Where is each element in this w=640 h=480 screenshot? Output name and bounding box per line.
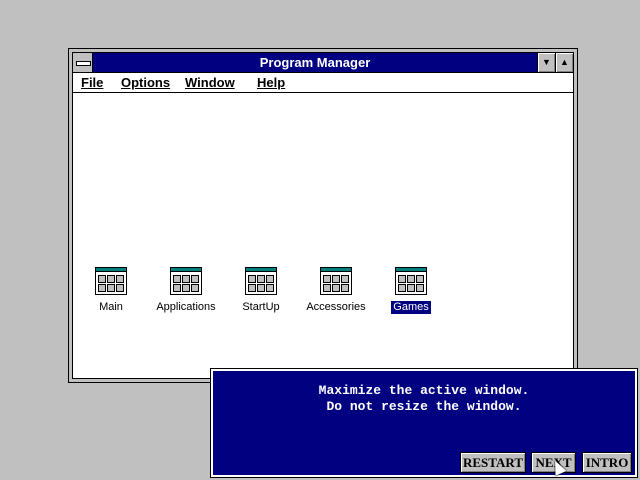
intro-button[interactable]: INTRO — [582, 452, 632, 473]
group-games[interactable]: Games — [371, 267, 451, 315]
program-group-icon — [95, 267, 127, 295]
menu-options[interactable]: Options — [121, 73, 170, 92]
control-menu-button[interactable] — [73, 53, 93, 72]
restart-button[interactable]: RESTART — [460, 452, 526, 473]
tutorial-message: Maximize the active window. Do not resiz… — [213, 383, 635, 415]
maximize-button[interactable]: ▲ — [555, 53, 573, 72]
minimize-icon: ▼ — [542, 57, 551, 67]
menu-help[interactable]: Help — [257, 73, 285, 92]
instruction-line-2: Do not resize the window. — [326, 399, 522, 414]
group-main[interactable]: Main — [71, 267, 151, 315]
title-bar[interactable]: Program Manager ▼ ▲ — [73, 53, 573, 73]
group-label-selected: Games — [391, 301, 431, 314]
group-applications[interactable]: Applications — [146, 267, 226, 315]
group-label: StartUp — [242, 301, 280, 313]
program-group-icon — [245, 267, 277, 295]
program-group-icon — [320, 267, 352, 295]
menu-bar: File Options Window Help — [73, 73, 573, 93]
program-group-icon — [170, 267, 202, 295]
control-menu-icon — [76, 61, 91, 66]
program-manager-workspace — [73, 93, 573, 378]
group-label: Main — [99, 301, 123, 313]
group-startup[interactable]: StartUp — [221, 267, 301, 315]
group-accessories[interactable]: Accessories — [296, 267, 376, 315]
program-manager-window[interactable]: Program Manager ▼ ▲ File Options Window … — [68, 48, 578, 383]
minimize-button[interactable]: ▼ — [537, 53, 555, 72]
group-label: Accessories — [306, 301, 366, 313]
window-title: Program Manager — [259, 55, 371, 70]
instruction-line-1: Maximize the active window. — [318, 383, 530, 398]
program-group-icon — [395, 267, 427, 295]
menu-window[interactable]: Window — [185, 73, 235, 92]
maximize-icon: ▲ — [560, 57, 569, 67]
group-label: Applications — [156, 301, 216, 313]
menu-file[interactable]: File — [81, 73, 103, 92]
tutorial-dialog: Maximize the active window. Do not resiz… — [210, 368, 638, 478]
